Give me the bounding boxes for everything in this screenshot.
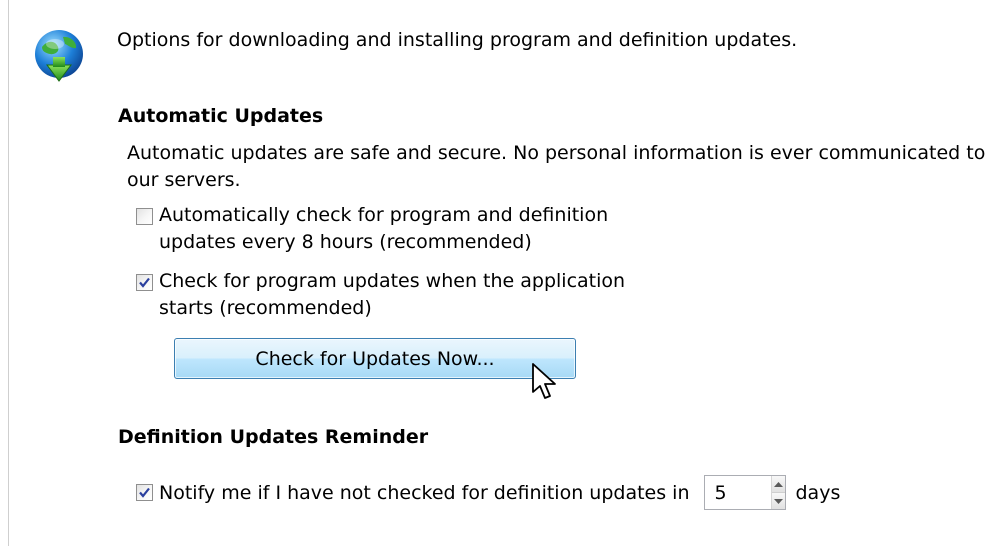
checkmark-icon — [139, 487, 150, 498]
arrow-down-icon — [773, 498, 783, 504]
auto-check-label-line1: Automatically check for program and defi… — [159, 204, 609, 226]
days-input[interactable] — [704, 476, 771, 509]
checkmark-icon — [139, 277, 150, 288]
startup-check-checkbox[interactable] — [136, 274, 153, 291]
reminder-row: Notify me if I have not checked for defi… — [136, 475, 840, 510]
definition-reminder-heading: Definition Updates Reminder — [118, 426, 429, 448]
spin-up-button[interactable] — [771, 476, 785, 492]
startup-check-option[interactable]: Check for program updates when the appli… — [136, 268, 625, 322]
arrow-up-icon — [773, 481, 783, 487]
days-spinner[interactable] — [703, 475, 786, 510]
auto-check-checkbox[interactable] — [136, 208, 153, 225]
reminder-label: Notify me if I have not checked for defi… — [159, 481, 690, 504]
auto-check-option[interactable]: Automatically check for program and defi… — [136, 202, 608, 256]
automatic-updates-heading: Automatic Updates — [118, 105, 324, 127]
intro-text: Options for downloading and installing p… — [117, 29, 798, 51]
mouse-cursor-icon — [532, 363, 556, 399]
spin-down-button[interactable] — [771, 492, 785, 509]
startup-check-label-line2: starts (recommended) — [159, 297, 372, 319]
auto-check-label-line2: updates every 8 hours (recommended) — [159, 231, 532, 253]
globe-download-icon — [35, 30, 83, 82]
days-unit-label: days — [795, 481, 841, 504]
check-for-updates-now-button[interactable]: Check for Updates Now... — [174, 338, 576, 379]
startup-check-label-line1: Check for program updates when the appli… — [159, 270, 626, 292]
automatic-updates-description: Automatic updates are safe and secure. N… — [127, 142, 986, 191]
reminder-checkbox[interactable] — [136, 484, 153, 501]
